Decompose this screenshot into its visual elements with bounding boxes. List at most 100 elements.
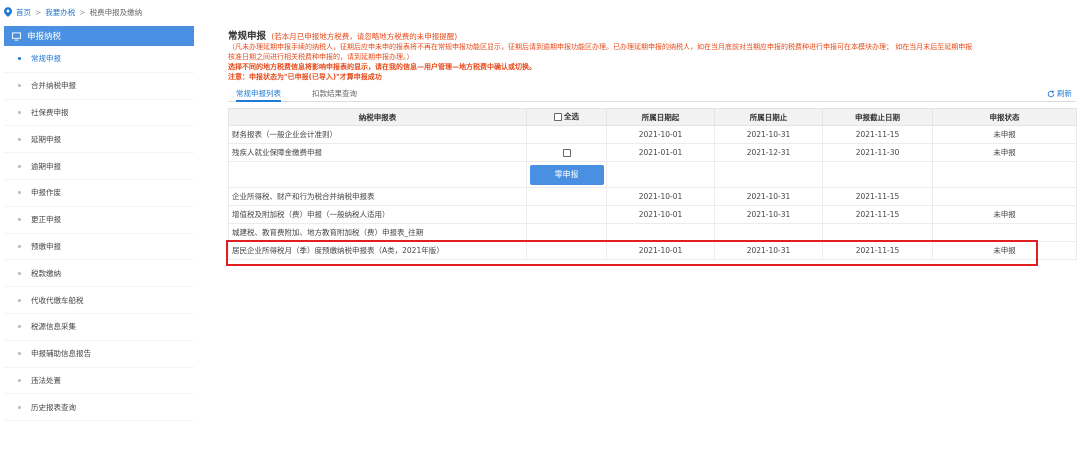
breadcrumb-home-link[interactable]: 首页 — [16, 7, 31, 18]
row-deadline — [822, 223, 933, 242]
row-status: 未申报 — [932, 241, 1077, 260]
row-start: 2021-10-01 — [606, 187, 715, 206]
table-row[interactable]: 残疾人就业保障金缴费申报 2021-01-01 2021-12-31 2021-… — [228, 143, 1077, 162]
sidebar-item-aux-report[interactable]: 申报辅助信息报告 — [4, 341, 194, 368]
bullet-icon — [18, 271, 21, 275]
row-select — [526, 205, 607, 224]
sidebar-item-label: 逾期申报 — [31, 161, 61, 171]
tab-regular-list[interactable]: 常规申报列表 — [236, 88, 281, 102]
tabs-bar: 常规申报列表 扣款结果查询 刷新 — [228, 88, 1076, 102]
sidebar-item-label: 更正申报 — [31, 215, 61, 225]
select-all-label: 全选 — [564, 112, 579, 122]
row-start — [606, 223, 715, 242]
sidebar-header[interactable]: 申报纳税 — [4, 26, 194, 46]
sidebar-item-label: 申报作废 — [31, 188, 61, 198]
refresh-icon — [1047, 89, 1055, 97]
filing-table: 纳税申报表 全选 所属日期起 所属日期止 申报截止日期 申报状态 财务报表（一般… — [228, 108, 1077, 260]
bullet-icon — [18, 57, 21, 61]
row-end — [714, 223, 823, 242]
row-name[interactable]: 残疾人就业保障金缴费申报 — [228, 143, 527, 162]
sidebar-item-label: 历史报表查询 — [31, 402, 76, 412]
bullet-icon — [18, 218, 21, 222]
sidebar-item-violation[interactable]: 违法处置 — [4, 368, 194, 395]
action-row-empty — [228, 161, 527, 188]
table-row[interactable]: 企业所得税、财产和行为税合并纳税申报表 2021-10-01 2021-10-3… — [228, 187, 1077, 206]
row-checkbox[interactable] — [562, 149, 571, 157]
location-pin-icon — [4, 7, 12, 17]
breadcrumb-tax-link[interactable]: 我要办税 — [45, 7, 75, 18]
sidebar-item-correction-filing[interactable]: 更正申报 — [4, 207, 194, 234]
row-name[interactable]: 财务报表（一般企业会计准则） — [228, 125, 527, 144]
table-row[interactable]: 财务报表（一般企业会计准则） 2021-10-01 2021-10-31 202… — [228, 125, 1077, 144]
row-name[interactable]: 居民企业所得税月（季）度预缴纳税申报表（A类，2021年版） — [228, 241, 527, 260]
row-name[interactable]: 增值税及附加税（费）申报（一般纳税人适用） — [228, 205, 527, 224]
col-header-select: 全选 — [526, 108, 607, 126]
row-start: 2021-10-01 — [606, 205, 715, 224]
sidebar-item-tax-source[interactable]: 税源信息采集 — [4, 314, 194, 341]
row-end: 2021-10-31 — [714, 125, 823, 144]
sidebar-item-vehicle-tax[interactable]: 代收代缴车船税 — [4, 287, 194, 314]
action-row-empty — [714, 161, 823, 188]
page-title-note: (若本月已申报地方税费，请忽略地方税费的未申报提醒) — [271, 32, 458, 41]
notice-line-4: 注意：申报状态为"已申报(已导入)"才算申报成功 — [228, 73, 382, 81]
row-end: 2021-10-31 — [714, 205, 823, 224]
sidebar-item-label: 税款缴纳 — [31, 268, 61, 278]
sidebar-item-label: 延期申报 — [31, 134, 61, 144]
breadcrumb: 首页 > 我要办税 > 税费申报及缴纳 — [4, 6, 142, 18]
sidebar-item-label: 合并纳税申报 — [31, 81, 76, 91]
sidebar-item-label: 税源信息采集 — [31, 322, 76, 332]
sidebar-item-deferred-filing[interactable]: 延期申报 — [4, 126, 194, 154]
row-start: 2021-10-01 — [606, 125, 715, 144]
row-status: 未申报 — [932, 205, 1077, 224]
row-select — [526, 187, 607, 206]
sidebar: 申报纳税 常规申报 合并纳税申报 社保费申报 延期申报 逾期申报 申报作废 更正… — [4, 26, 194, 434]
row-deadline: 2021-11-15 — [822, 205, 933, 224]
sidebar-item-label: 申报辅助信息报告 — [31, 349, 91, 359]
row-deadline: 2021-11-15 — [822, 187, 933, 206]
sidebar-item-label: 常规申报 — [31, 54, 61, 64]
row-name[interactable]: 城建税、教育费附加、地方教育附加税（费）申报表_往期 — [228, 223, 527, 242]
sidebar-header-label: 申报纳税 — [27, 32, 62, 42]
col-header-start: 所属日期起 — [606, 108, 715, 126]
bullet-icon — [18, 164, 21, 168]
tab-deduction-query[interactable]: 扣款结果查询 — [312, 88, 357, 102]
bullet-icon — [18, 298, 21, 302]
col-header-status: 申报状态 — [932, 108, 1077, 126]
table-row[interactable]: 增值税及附加税（费）申报（一般纳税人适用） 2021-10-01 2021-10… — [228, 205, 1077, 224]
bullet-icon — [18, 244, 21, 248]
row-deadline: 2021-11-30 — [822, 143, 933, 162]
sidebar-item-prepayment-filing[interactable]: 预缴申报 — [4, 234, 194, 261]
row-start: 2021-10-01 — [606, 241, 715, 260]
zero-filing-button[interactable]: 零申报 — [529, 164, 604, 185]
refresh-label: 刷新 — [1057, 89, 1072, 98]
sidebar-item-combined-filing[interactable]: 合并纳税申报 — [4, 73, 194, 100]
sidebar-item-label: 代收代缴车船税 — [31, 295, 84, 305]
row-name[interactable]: 企业所得税、财产和行为税合并纳税申报表 — [228, 187, 527, 206]
row-select — [526, 143, 607, 162]
sidebar-item-history[interactable]: 历史报表查询 — [4, 394, 194, 422]
sidebar-item-social-insurance[interactable]: 社保费申报 — [4, 100, 194, 127]
sidebar-item-label: 预缴申报 — [31, 241, 61, 251]
sidebar-item-void-filing[interactable]: 申报作废 — [4, 180, 194, 207]
notice-line-2: 核准日期之间进行相关税费种申报的，请到延期申报办理。） — [228, 53, 414, 61]
row-select — [526, 241, 607, 260]
sidebar-item-overdue-filing[interactable]: 逾期申报 — [4, 153, 194, 180]
select-all-checkbox[interactable] — [554, 112, 562, 121]
page-title-line: 常规申报 (若本月已申报地方税费，请忽略地方税费的未申报提醒) — [228, 28, 1076, 42]
table-header-row: 纳税申报表 全选 所属日期起 所属日期止 申报截止日期 申报状态 — [228, 108, 1077, 126]
page-title: 常规申报 — [228, 31, 267, 42]
table-row[interactable]: 城建税、教育费附加、地方教育附加税（费）申报表_往期 — [228, 223, 1077, 242]
breadcrumb-separator: > — [35, 7, 42, 17]
notice-line-1: （凡未办理延期申报手续的纳税人，征期后应申未申的报表将不再在常规申报功能区显示，… — [228, 43, 973, 51]
monitor-icon — [12, 31, 21, 41]
table-row[interactable]: 居民企业所得税月（季）度预缴纳税申报表（A类，2021年版） 2021-10-0… — [228, 241, 1077, 260]
refresh-button[interactable]: 刷新 — [1047, 88, 1072, 99]
bullet-icon — [18, 352, 21, 356]
bullet-icon — [18, 325, 21, 329]
col-header-deadline: 申报截止日期 — [822, 108, 933, 126]
sidebar-item-regular-filing[interactable]: 常规申报 — [4, 46, 194, 73]
row-select — [526, 125, 607, 144]
row-end: 2021-10-31 — [714, 241, 823, 260]
bullet-icon — [18, 191, 21, 195]
sidebar-item-tax-payment[interactable]: 税款缴纳 — [4, 260, 194, 288]
